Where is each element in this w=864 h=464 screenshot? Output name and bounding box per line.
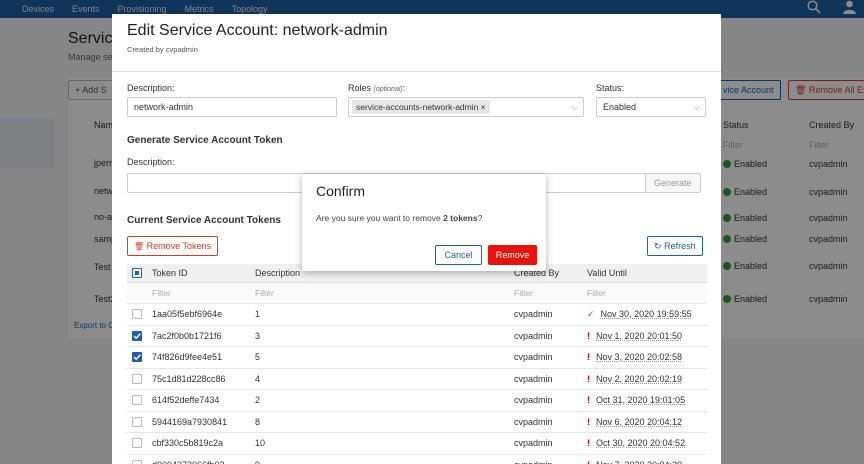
token-created-by: cvpadmin <box>514 352 553 362</box>
remove-tokens-button[interactable]: 🗑 Remove Tokens <box>127 236 219 256</box>
remove-chip-icon[interactable]: × <box>481 102 486 112</box>
table-row[interactable]: 75c1d81d228cc86 4 cvpadmin ! Nov 2, 2020 20:… <box>127 369 707 390</box>
cancel-button[interactable]: Cancel <box>435 245 482 265</box>
row-checkbox[interactable] <box>132 352 142 362</box>
status-select[interactable]: Enabled ⌵ <box>596 97 706 117</box>
table-row[interactable]: 74f826d9fee4e51 5 cvpadmin ! Nov 3, 2020 20:… <box>127 347 707 369</box>
warning-icon: ! <box>587 460 590 464</box>
token-valid-until: ! Oct 31, 2020 19:01:05 <box>587 395 686 405</box>
row-checkbox[interactable] <box>132 373 142 384</box>
refresh-icon: ↻ <box>654 241 662 251</box>
token-created-by: cvpadmin <box>514 416 553 427</box>
row-checkbox[interactable] <box>132 395 142 405</box>
token-id: 75c1d81d228cc86 <box>152 373 226 384</box>
table-row[interactable]: d9004273066fb02 9 cvpadmin !Nov 7, 2020 20:… <box>127 455 707 464</box>
token-created-by: cvpadmin <box>514 395 553 405</box>
confirm-dialog: Confirm Are you sure you want to remove … <box>302 174 546 271</box>
refresh-button[interactable]: ↻ Refresh <box>647 236 703 256</box>
token-created-by: cvpadmin <box>514 438 553 448</box>
token-valid-until: ! Nov 6, 2020 20:04:12 <box>587 416 683 427</box>
roles-select[interactable]: service-accounts-network-admin × ⌵ <box>348 97 584 117</box>
token-description: 1 <box>255 309 261 319</box>
col-description[interactable]: Description <box>255 264 300 283</box>
token-id: 614f52deffe7434 <box>152 395 220 405</box>
warning-icon: ! <box>587 438 590 448</box>
row-checkbox[interactable] <box>132 459 142 464</box>
token-created-by: cvpadmin <box>514 455 553 464</box>
description-filter[interactable]: Filter <box>255 283 274 303</box>
token-created-by: cvpadmin <box>514 373 553 384</box>
warning-icon: ! <box>587 352 590 362</box>
valid-until-filter[interactable]: Filter <box>587 283 606 303</box>
token-id: cbf330c5b819c2a <box>152 438 224 448</box>
trash-icon: 🗑 <box>134 242 145 251</box>
token-description: 8 <box>255 416 261 427</box>
token-valid-until: !Nov 7, 2020 20:04:30 <box>587 455 682 464</box>
token-valid-until: ✓ Nov 30, 2020 19:59:55 <box>587 309 692 319</box>
status-label: Status: <box>596 83 625 93</box>
col-valid-until[interactable]: Valid Until <box>587 264 627 283</box>
token-id: 5944169a7930841 <box>152 416 228 427</box>
created-by-filter[interactable]: Filter <box>514 283 533 303</box>
tokens-table: Token ID Description Created By Valid Un… <box>127 264 707 464</box>
token-description: 3 <box>255 330 261 341</box>
confirm-message: Are you sure you want to remove 2 tokens… <box>316 213 483 223</box>
filter-row: Filter Filter Filter Filter <box>127 283 707 304</box>
current-tokens-title: Current Service Account Tokens <box>127 215 281 226</box>
generate-button[interactable]: Generate <box>645 173 701 193</box>
token-description: 2 <box>255 395 261 405</box>
row-checkbox[interactable] <box>132 438 142 448</box>
table-row[interactable]: cbf330c5b819c2a 10 cvpadmin ! Oct 30, 2020 2… <box>127 433 707 455</box>
warning-icon: ! <box>587 330 590 341</box>
warning-icon: ! <box>587 373 590 384</box>
token-id: 74f826d9fee4e51 <box>152 352 223 362</box>
token-id-filter[interactable]: Filter <box>152 283 171 303</box>
chevron-down-icon: ⌵ <box>693 102 700 112</box>
description-label: Description: <box>127 83 175 93</box>
table-row[interactable]: 7ac2f0b0b1721f6 3 cvpadmin ! Nov 1, 2020 20:… <box>127 326 707 347</box>
warning-icon: ! <box>587 416 590 427</box>
table-row[interactable]: 614f52deffe7434 2 cvpadmin ! Oct 31, 2020 19… <box>127 390 707 412</box>
col-token-id[interactable]: Token ID <box>152 264 188 283</box>
token-valid-until: ! Nov 3, 2020 20:02:58 <box>587 352 683 362</box>
description-input[interactable]: network-admin <box>127 97 337 117</box>
token-description: 5 <box>255 352 261 362</box>
token-description: 9 <box>255 455 260 464</box>
roles-label: Roles (optional): <box>348 83 406 93</box>
row-checkbox[interactable] <box>132 309 142 319</box>
token-description: 10 <box>255 438 266 448</box>
token-valid-until: ! Oct 30, 2020 20:04:52 <box>587 438 686 448</box>
token-description-label: Description: <box>127 157 175 167</box>
token-created-by: cvpadmin <box>514 309 553 319</box>
row-checkbox[interactable] <box>132 330 142 341</box>
table-row[interactable]: 5944169a7930841 8 cvpadmin ! Nov 6, 2020 20:… <box>127 412 707 433</box>
role-chip: service-accounts-network-admin × <box>352 100 490 114</box>
warning-icon: ! <box>587 395 590 405</box>
remove-button[interactable]: Remove <box>488 245 537 265</box>
token-rows: 1aa05f5ebf6964e 1 cvpadmin ✓ Nov 30, 2020 19… <box>127 304 707 464</box>
token-id: 7ac2f0b0b1721f6 <box>152 330 222 341</box>
token-description: 4 <box>255 373 261 384</box>
token-valid-until: ! Nov 1, 2020 20:01:50 <box>587 330 683 341</box>
chevron-down-icon: ⌵ <box>571 102 578 112</box>
confirm-title: Confirm <box>316 183 366 199</box>
modal-subtitle: Created by cvpadmin <box>127 45 198 54</box>
token-valid-until: ! Nov 2, 2020 20:02:19 <box>587 373 683 384</box>
modal-header: Edit Service Account: network-admin Crea… <box>112 14 721 72</box>
table-row[interactable]: 1aa05f5ebf6964e 1 cvpadmin ✓ Nov 30, 2020 19… <box>127 304 707 326</box>
token-id: d9004273066fb02 <box>152 455 225 464</box>
generate-token-title: Generate Service Account Token <box>127 135 283 146</box>
token-created-by: cvpadmin <box>514 330 553 341</box>
select-all-checkbox[interactable] <box>132 268 142 278</box>
modal-title: Edit Service Account: network-admin <box>127 22 388 39</box>
check-icon: ✓ <box>587 309 595 319</box>
row-checkbox[interactable] <box>132 416 142 427</box>
token-id: 1aa05f5ebf6964e <box>152 309 223 319</box>
